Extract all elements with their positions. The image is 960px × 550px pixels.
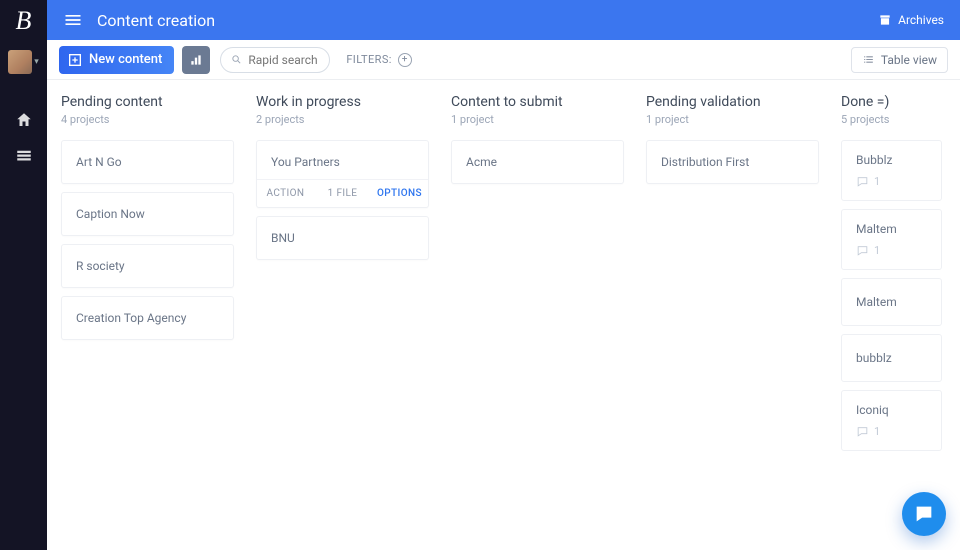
kanban-card[interactable]: BNU xyxy=(256,216,429,260)
card-title: Creation Top Agency xyxy=(62,297,233,339)
card-title: Maltem xyxy=(842,279,941,325)
kanban-card[interactable]: bubblz xyxy=(841,334,942,382)
filters-label: FILTERS: + xyxy=(346,53,412,67)
card-options-button[interactable]: OPTIONS xyxy=(371,180,428,207)
hamburger-icon xyxy=(63,10,83,30)
card-title: You Partners xyxy=(257,141,428,179)
column-title: Content to submit xyxy=(451,94,624,110)
kanban-card[interactable]: You PartnersACTION1 FILEOPTIONS xyxy=(256,140,429,208)
app-logo: B xyxy=(16,6,32,36)
user-menu[interactable]: ▾ xyxy=(8,50,39,74)
column-count: 1 project xyxy=(451,113,624,126)
card-title: Iconiq xyxy=(842,391,941,425)
stats-button[interactable] xyxy=(182,46,210,74)
table-view-button[interactable]: Table view xyxy=(851,47,948,73)
search-icon xyxy=(231,54,242,65)
column-title: Pending validation xyxy=(646,94,819,110)
chat-fab[interactable] xyxy=(902,492,946,536)
kanban-column: Pending validation 1 project Distribution … xyxy=(632,94,827,550)
card-comments: 1 xyxy=(842,425,941,450)
table-view-label: Table view xyxy=(881,53,937,67)
kanban-card[interactable]: Maltem1 xyxy=(841,209,942,270)
kanban-card[interactable]: Art N Go xyxy=(61,140,234,184)
card-title: Bubblz xyxy=(842,141,941,175)
archives-label: Archives xyxy=(898,13,944,27)
comment-icon xyxy=(856,425,869,438)
column-title: Pending content xyxy=(61,94,234,110)
kanban-column: Work in progress 2 projects You PartnersAC… xyxy=(242,94,437,550)
left-nav-rail: B ▾ xyxy=(0,0,47,550)
comment-icon xyxy=(856,244,869,257)
column-title: Work in progress xyxy=(256,94,429,110)
comment-icon xyxy=(856,175,869,188)
kanban-card[interactable]: Maltem xyxy=(841,278,942,326)
page-title: Content creation xyxy=(97,11,878,30)
menu-toggle[interactable] xyxy=(63,10,83,30)
card-title: Caption Now xyxy=(62,193,233,235)
column-count: 5 projects xyxy=(841,113,942,126)
kanban-card[interactable]: Iconiq1 xyxy=(841,390,942,451)
card-action-button[interactable]: ACTION xyxy=(257,180,314,207)
archives-link[interactable]: Archives xyxy=(878,13,944,27)
card-comments: 1 xyxy=(842,244,941,269)
kanban-column: Content to submit 1 project Acme xyxy=(437,94,632,550)
list-icon xyxy=(862,53,875,66)
kanban-board: Pending content 4 projects Art N Go Caption… xyxy=(47,80,960,550)
card-title: Maltem xyxy=(842,210,941,244)
card-footer: ACTION1 FILEOPTIONS xyxy=(257,179,428,207)
toolbar: New content FILTERS: + Table view xyxy=(47,40,960,80)
new-icon xyxy=(67,52,83,68)
add-filter-button[interactable]: + xyxy=(398,53,412,67)
card-title: BNU xyxy=(257,217,428,259)
bar-chart-icon xyxy=(189,53,203,67)
kanban-card[interactable]: Caption Now xyxy=(61,192,234,236)
kanban-column: Pending content 4 projects Art N Go Caption… xyxy=(47,94,242,550)
card-title: Art N Go xyxy=(62,141,233,183)
boards-icon xyxy=(15,147,33,165)
column-title: Done =) xyxy=(841,94,942,110)
new-content-button[interactable]: New content xyxy=(59,46,174,74)
search-input-wrap[interactable] xyxy=(220,47,330,73)
kanban-card[interactable]: Acme xyxy=(451,140,624,184)
new-content-label: New content xyxy=(89,52,162,67)
card-comments: 1 xyxy=(842,175,941,200)
top-bar: Content creation Archives xyxy=(47,0,960,40)
card-file-button[interactable]: 1 FILE xyxy=(314,180,371,207)
kanban-card[interactable]: Creation Top Agency xyxy=(61,296,234,340)
home-icon xyxy=(15,111,33,129)
nav-boards[interactable] xyxy=(0,138,47,174)
kanban-card[interactable]: Distribution First xyxy=(646,140,819,184)
kanban-card[interactable]: R society xyxy=(61,244,234,288)
chevron-down-icon: ▾ xyxy=(34,57,39,67)
card-title: bubblz xyxy=(842,335,941,381)
archive-icon xyxy=(878,13,892,27)
kanban-column: Done =)5 projectsBubblz1Maltem1Maltembub… xyxy=(827,94,942,550)
column-count: 4 projects xyxy=(61,113,234,126)
card-title: R society xyxy=(62,245,233,287)
nav-home[interactable] xyxy=(0,102,47,138)
card-title: Acme xyxy=(452,141,623,183)
search-input[interactable] xyxy=(248,53,318,67)
column-count: 1 project xyxy=(646,113,819,126)
column-count: 2 projects xyxy=(256,113,429,126)
card-title: Distribution First xyxy=(647,141,818,183)
chat-icon xyxy=(913,503,935,525)
kanban-card[interactable]: Bubblz1 xyxy=(841,140,942,201)
avatar xyxy=(8,50,32,74)
